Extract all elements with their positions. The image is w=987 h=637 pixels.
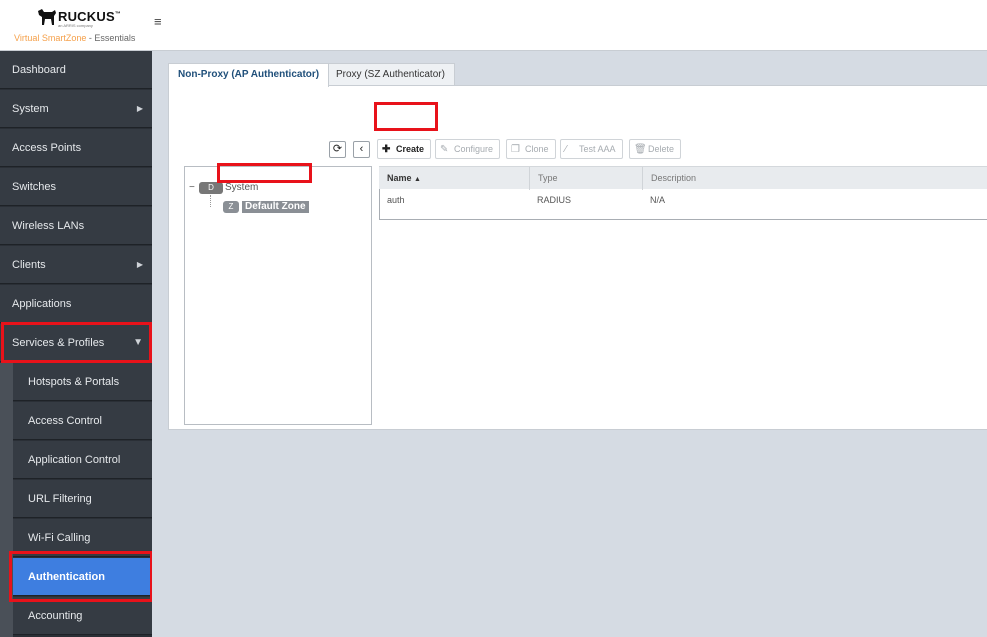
hamburger-icon[interactable]: ≡ [154,15,166,28]
clone-button[interactable]: ❐ Clone [506,139,556,159]
delete-button[interactable]: 🗑Delete [629,139,682,159]
sidebar-subitem-authentication[interactable]: Authentication [13,558,152,596]
sidebar-subitem-accounting[interactable]: Accounting [13,597,152,635]
sidebar-item-dashboard[interactable]: Dashboard [0,51,152,89]
sidebar-item-access-points[interactable]: Access Points [0,129,152,167]
create-button[interactable]: ✚ Create [377,139,432,159]
column-header-name[interactable]: Name ▲ [379,167,530,190]
sidebar-subitem-application-control[interactable]: Application Control [13,441,152,479]
clone-icon: ❐ [511,144,520,155]
sidebar-subitem-hotspots-portals[interactable]: Hotspots & Portals [13,363,152,401]
sidebar-item-clients[interactable]: Clients ▶ [0,246,152,284]
chevron-right-icon: ▶ [136,260,143,269]
top-header: RUCKUS™ an ARRIS company Virtual SmartZo… [0,0,987,51]
column-header-type[interactable]: Type [530,167,643,190]
tree-node-system[interactable]: System [225,182,258,193]
sidebar-subitem-url-filtering[interactable]: URL Filtering [13,480,152,518]
zone-tree: − D System Z Default Zone [184,166,372,425]
column-header-description[interactable]: Description [643,167,987,190]
tab-non-proxy[interactable]: Non-Proxy (AP Authenticator) [168,63,330,87]
domain-badge: D [199,182,223,194]
table-header: Name ▲ Type Description [379,166,987,190]
wand-icon: ⁄ [565,144,567,155]
sidebar-item-switches[interactable]: Switches [0,168,152,206]
auth-panel: ⟳ ‹ ✚ Create ✎ Configure ❐ Clone ⁄ Test AAA … [168,85,987,430]
chevron-down-icon: ▼ [133,337,143,348]
zone-badge: Z [223,201,239,213]
sidebar-subitem-wifi-calling[interactable]: Wi-Fi Calling [13,519,152,557]
dog-logo-icon [38,9,56,25]
pencil-icon: ✎ [440,144,449,155]
logo-wordmark: RUCKUS™ [58,9,122,24]
cell-name: auth [387,195,405,205]
cell-type: RADIUS [537,195,572,205]
sidebar-item-applications[interactable]: Applications [0,285,152,323]
ruckus-logo[interactable]: RUCKUS™ an ARRIS company Virtual SmartZo… [0,0,152,51]
sidebar-item-services-profiles[interactable]: Services & Profiles ▼ [0,324,152,362]
tree-node-default-zone[interactable]: Default Zone [242,201,309,213]
sort-asc-icon: ▲ [414,176,421,183]
chevron-right-icon: ▶ [136,104,143,113]
tab-proxy[interactable]: Proxy (SZ Authenticator) [326,63,455,86]
trash-icon: 🗑 [634,144,647,155]
configure-button[interactable]: ✎ Configure [435,139,501,159]
main-content: Non-Proxy (AP Authenticator) Proxy (SZ A… [152,52,987,637]
cell-description: N/A [650,195,666,205]
sidebar: Dashboard System ▶ Access Points Switches… [0,51,152,637]
sidebar-item-system[interactable]: System ▶ [0,90,152,128]
plus-icon: ✚ [382,144,391,155]
sidebar-item-wireless-lans[interactable]: Wireless LANs [0,207,152,245]
logo-tagline: an ARRIS company [58,23,93,28]
sidebar-subitem-access-control[interactable]: Access Control [13,402,152,440]
collapse-tree-icon[interactable]: − [189,182,195,193]
submenu-rail [0,363,13,637]
test-aaa-button[interactable]: ⁄ Test AAA [560,139,623,159]
collapse-left-icon[interactable]: ‹ [353,141,370,158]
auth-table: Name ▲ Type Description auth RADIUS N/A [379,166,987,220]
refresh-icon[interactable]: ⟳ [329,141,346,158]
product-name: Virtual SmartZone - Essentials [14,33,136,43]
tree-connector [210,195,211,207]
